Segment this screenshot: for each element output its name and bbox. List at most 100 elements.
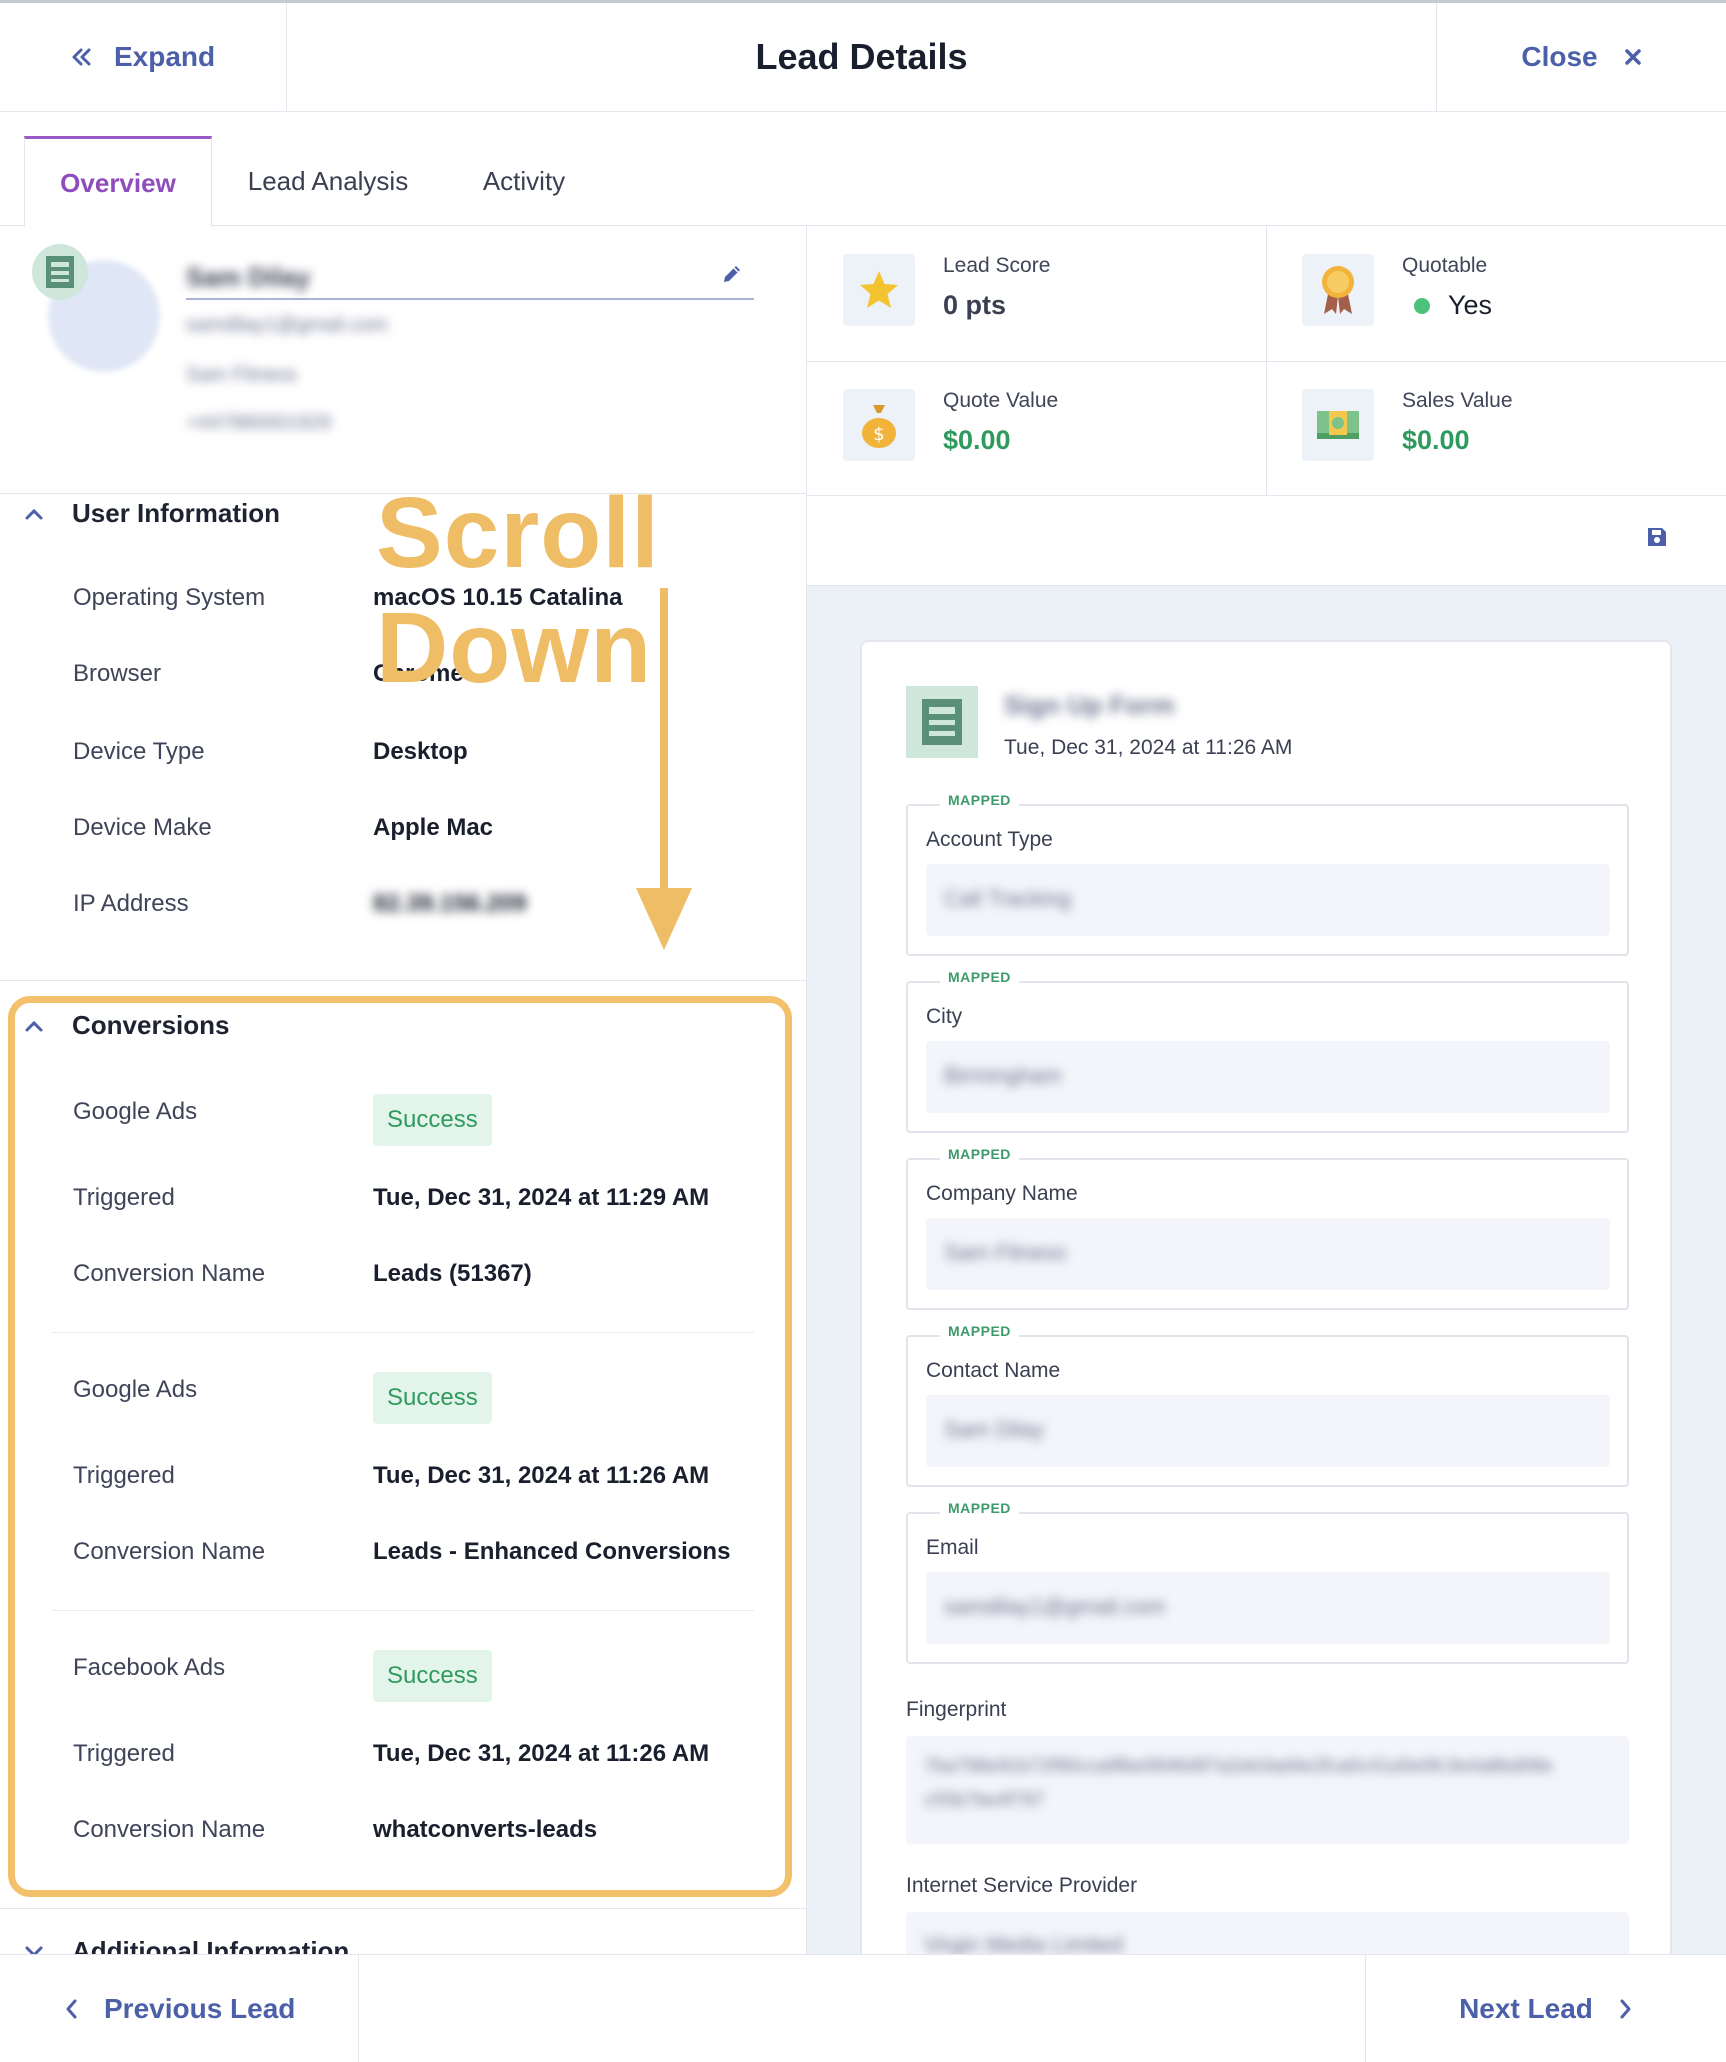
account-type-input[interactable]: Call Tracking xyxy=(926,864,1610,936)
star-icon xyxy=(843,254,915,326)
save-icon[interactable] xyxy=(1646,526,1668,548)
sales-value-label: Sales Value xyxy=(1402,389,1513,412)
expand-button[interactable]: Expand xyxy=(0,3,287,111)
footer-nav: Previous Lead Next Lead xyxy=(0,1954,1726,2062)
user-information-toggle[interactable]: User Information xyxy=(24,498,280,529)
browser-label: Browser xyxy=(73,660,162,687)
tab-lead-analysis[interactable]: Lead Analysis xyxy=(212,136,444,226)
field-label: Email xyxy=(926,1536,979,1559)
lead-score-label: Lead Score xyxy=(943,254,1051,277)
svg-text:$: $ xyxy=(873,424,884,445)
form-toolbar xyxy=(807,496,1726,586)
page-title: Lead Details xyxy=(755,36,968,77)
field-value: Sam Dilay xyxy=(944,1417,1045,1442)
footer-spacer xyxy=(359,1955,1365,2062)
lead-email: samdilay1@gmail.com xyxy=(186,314,388,336)
lead-name: Sam Dilay xyxy=(186,262,311,292)
ip-address-value: 82.39.156.209 xyxy=(373,890,527,917)
os-label: Operating System xyxy=(73,584,266,611)
field-label: City xyxy=(926,1005,963,1028)
quotable-label: Quotable xyxy=(1402,254,1488,277)
pencil-icon[interactable] xyxy=(720,262,744,286)
form-source-icon xyxy=(32,244,88,300)
mapped-tag: MAPPED xyxy=(940,1323,1019,1339)
additional-information-toggle[interactable]: Additional Information xyxy=(24,1936,349,1954)
lead-company: Sam Fitness xyxy=(186,364,298,386)
scroll-down-annotation: Scroll Down xyxy=(376,477,660,704)
field-value: Sam Fitness xyxy=(944,1240,1067,1265)
quotable-value: Yes xyxy=(1448,290,1493,320)
chevron-right-icon xyxy=(1620,1999,1631,2018)
email-input[interactable]: samdilay1@gmail.com xyxy=(926,1572,1610,1644)
stats-divider xyxy=(807,361,1726,362)
fingerprint-input[interactable]: 7ba798e91b72f90cca9fbe0846d97a2eb3ad4e2f… xyxy=(906,1736,1629,1844)
form-date: Tue, Dec 31, 2024 at 11:26 AM xyxy=(1004,736,1293,759)
mapped-tag: MAPPED xyxy=(940,969,1019,985)
quote-value-amount: $0.00 xyxy=(943,425,1011,455)
lead-phone: +447880001929 xyxy=(186,412,332,434)
device-make-value: Apple Mac xyxy=(373,814,494,841)
section-divider xyxy=(0,980,806,981)
form-submission-card: Sign Up Form Tue, Dec 31, 2024 at 11:26 … xyxy=(860,640,1672,2040)
fingerprint-value: 7ba798e91b72f90cca9fbe0846d97a2eb3ad4e2f… xyxy=(924,1756,1553,1777)
cash-stack-icon xyxy=(1302,389,1374,461)
tab-overview[interactable]: Overview xyxy=(24,136,212,227)
ip-address-label: IP Address xyxy=(73,890,189,917)
device-type-value: Desktop xyxy=(373,738,468,765)
close-button[interactable]: Close xyxy=(1436,3,1726,111)
form-icon xyxy=(906,686,978,758)
field-value: samdilay1@gmail.com xyxy=(944,1594,1166,1619)
user-information-heading: User Information xyxy=(72,498,281,528)
email-field: MAPPED Email samdilay1@gmail.com xyxy=(906,1500,1629,1664)
tab-activity[interactable]: Activity xyxy=(444,136,604,226)
expand-label: Expand xyxy=(114,41,216,72)
tab-bar: Overview Lead Analysis Activity xyxy=(0,112,1726,227)
section-divider xyxy=(0,1908,806,1909)
mapped-tag: MAPPED xyxy=(940,1500,1019,1516)
previous-lead-label: Previous Lead xyxy=(104,1992,296,2024)
quotable-value-row: Yes xyxy=(1414,290,1492,321)
device-type-label: Device Type xyxy=(73,738,205,765)
field-value: Call Tracking xyxy=(944,886,1072,911)
sales-value-amount: $0.00 xyxy=(1402,425,1470,455)
additional-information-heading: Additional Information xyxy=(72,1936,350,1954)
form-submission-panel: Sign Up Form Tue, Dec 31, 2024 at 11:26 … xyxy=(807,586,1726,2040)
lead-score-stat: Lead Score 0 pts xyxy=(807,226,1266,361)
status-dot xyxy=(1414,297,1430,314)
field-label: Company Name xyxy=(926,1182,1078,1205)
double-chevron-left-icon xyxy=(72,48,91,66)
close-label: Close xyxy=(1521,41,1598,72)
field-label: Account Type xyxy=(926,828,1053,851)
quote-value-label: Quote Value xyxy=(943,389,1059,412)
stats-panel: Lead Score 0 pts Quotable Yes $ Quote Va… xyxy=(807,226,1726,496)
form-title: Sign Up Form xyxy=(1004,690,1175,720)
arrow-down-icon xyxy=(636,588,692,950)
company-name-field: MAPPED Company Name Sam Fitness xyxy=(906,1146,1629,1310)
close-icon xyxy=(1624,49,1641,65)
isp-label: Internet Service Provider xyxy=(906,1874,1138,1897)
sales-value-stat: Sales Value $0.00 xyxy=(1266,361,1725,496)
quotable-stat: Quotable Yes xyxy=(1266,226,1725,361)
city-field: MAPPED City Birmingham xyxy=(906,969,1629,1133)
device-make-label: Device Make xyxy=(73,814,212,841)
next-lead-button[interactable]: Next Lead xyxy=(1365,1955,1726,2062)
chevron-down-icon xyxy=(25,1946,43,1954)
field-value: Birmingham xyxy=(944,1063,1062,1088)
chevron-up-icon xyxy=(25,508,43,519)
chevron-left-icon xyxy=(66,1999,77,2018)
fingerprint-value-cont: c55b7be4f797 xyxy=(924,1790,1045,1811)
conversions-highlight-box xyxy=(8,996,792,1897)
left-panel: Sam Dilay samdilay1@gmail.com Sam Fitnes… xyxy=(0,226,807,1954)
fingerprint-label: Fingerprint xyxy=(906,1698,1007,1721)
contact-name-input[interactable]: Sam Dilay xyxy=(926,1395,1610,1467)
field-label: Contact Name xyxy=(926,1359,1061,1382)
mapped-tag: MAPPED xyxy=(940,792,1019,808)
money-bag-icon: $ xyxy=(843,389,915,461)
name-field[interactable]: Sam Dilay xyxy=(186,256,754,300)
account-type-field: MAPPED Account Type Call Tracking xyxy=(906,792,1629,956)
next-lead-label: Next Lead xyxy=(1459,1992,1593,2024)
lead-score-value: 0 pts xyxy=(943,290,1007,320)
city-input[interactable]: Birmingham xyxy=(926,1041,1610,1113)
previous-lead-button[interactable]: Previous Lead xyxy=(0,1955,359,2062)
company-name-input[interactable]: Sam Fitness xyxy=(926,1218,1610,1290)
